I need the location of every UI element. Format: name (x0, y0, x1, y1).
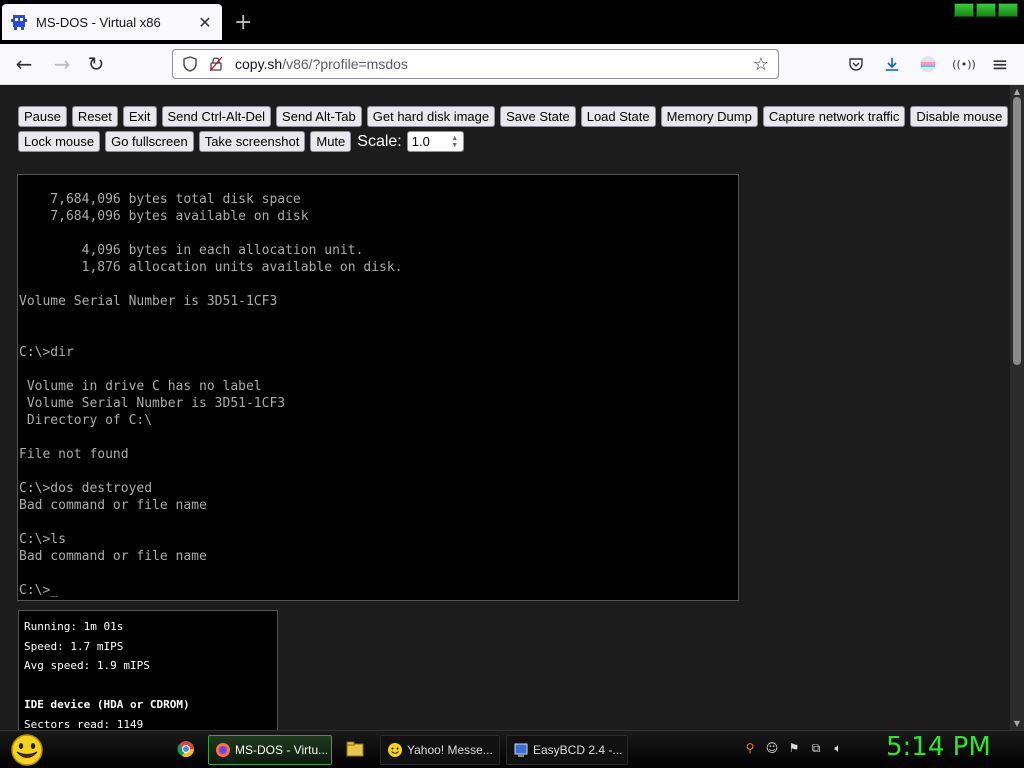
take-screenshot-button[interactable]: Take screenshot (198, 131, 306, 152)
maximize-button[interactable] (976, 3, 996, 17)
url-host: copy.sh (235, 56, 283, 72)
pocket-icon[interactable] (844, 52, 868, 76)
stat-ide-header: IDE device (HDA or CDROM) (24, 698, 190, 711)
flag-icon[interactable]: ⚑ (786, 740, 802, 756)
system-tray: ⚲ ☺ ⚑ ⧉ 🔈︎ (742, 740, 846, 756)
terminal-line: Volume Serial Number is 3D51-1CF3 (19, 396, 286, 411)
terminal-line: 7,684,096 bytes available on disk (19, 209, 309, 224)
network-icon[interactable]: ⧉ (808, 740, 824, 756)
go-fullscreen-button[interactable]: Go fullscreen (105, 131, 194, 152)
close-tab-icon[interactable]: ✕ (196, 13, 214, 32)
terminal-line: C:\>dos destroyed (19, 481, 153, 496)
controls-row-2: Lock mouse Go fullscreen Take screenshot Mu… (18, 131, 998, 152)
scale-value: 1.0 (411, 134, 430, 149)
stat-avg-speed: Avg speed: 1.9 mIPS (24, 659, 150, 672)
capture-network-traffic-button[interactable]: Capture network traffic (762, 106, 906, 127)
terminal-line: 1,876 allocation units available on disk… (19, 260, 403, 275)
tab-strip: MS-DOS - Virtual x86 ✕ + (0, 0, 1024, 44)
easybcd-icon (514, 743, 528, 757)
navigation-bar: ← → ↻ copy.sh/v86/?profile=msdos ☆ ((•))… (0, 44, 1024, 85)
volume-icon[interactable]: 🔈︎ (830, 740, 846, 756)
close-window-button[interactable] (998, 3, 1018, 17)
scroll-down-icon[interactable]: ▼ (1012, 719, 1022, 728)
send-ctrl-alt-del-button[interactable]: Send Ctrl-Alt-Del (161, 106, 272, 127)
terminal-line: C:\>dir (19, 345, 74, 360)
terminal-line: 7,684,096 bytes total disk space (19, 192, 301, 207)
tab-msdos[interactable]: MS-DOS - Virtual x86 ✕ (2, 4, 222, 40)
taskbar-item-label: MS-DOS - Virtu... (235, 743, 329, 757)
terminal-line: Volume in drive C has no label (19, 379, 262, 394)
start-smiley-icon[interactable] (8, 733, 46, 767)
controls-row-1: Pause Reset Exit Send Ctrl-Alt-Del Send Alt-… (18, 106, 1009, 127)
url-path: /v86/?profile=msdos (282, 56, 408, 72)
firefox-icon (216, 743, 230, 757)
reload-icon[interactable]: ↻ (84, 52, 108, 76)
url-text: copy.sh/v86/?profile=msdos (235, 56, 752, 72)
scrollbar-thumb[interactable] (1013, 97, 1021, 365)
v86-favicon-icon (11, 15, 27, 30)
emulator-stats: Running: 1m 01s Speed: 1.7 mIPS Avg spee… (18, 610, 278, 730)
tab-title: MS-DOS - Virtual x86 (36, 14, 161, 30)
new-tab-button[interactable]: + (234, 10, 252, 35)
terminal-line: Bad command or file name (19, 549, 207, 564)
taskbar: MS-DOS - Virtu... Yahoo! Messe... EasyBC… (0, 730, 1024, 768)
chrome-icon[interactable] (177, 740, 195, 758)
minimize-button[interactable] (954, 3, 974, 17)
emoji-icon[interactable]: ☺ (764, 740, 780, 756)
page-content: Pause Reset Exit Send Ctrl-Alt-Del Send Alt-… (0, 85, 1010, 730)
mute-button[interactable]: Mute (310, 131, 352, 152)
terminal-line: Directory of C:\ (19, 413, 153, 428)
taskbar-item-label: Yahoo! Messe... (407, 743, 493, 757)
stat-sectors-read: Sectors read: 1149 (24, 717, 144, 731)
terminal-line: Volume Serial Number is 3D51-1CF3 (19, 294, 278, 309)
forward-arrow-icon[interactable]: → (50, 52, 74, 76)
terminal-line: File not found (19, 447, 129, 462)
account-icon[interactable] (916, 52, 940, 76)
terminal-line: 4,096 bytes in each allocation unit. (19, 243, 364, 258)
shield-icon[interactable] (181, 55, 199, 73)
stat-running: Running: 1m 01s (24, 620, 124, 633)
back-arrow-icon[interactable]: ← (12, 52, 36, 76)
scale-input[interactable]: 1.0 ▲ ▼ (406, 131, 464, 152)
page-scrollbar[interactable]: ▲ ▼ (1010, 85, 1024, 730)
terminal-line: C:\>ls (19, 532, 66, 547)
load-state-button[interactable]: Load State (580, 106, 656, 127)
disable-mouse-button[interactable]: Disable mouse (910, 106, 1009, 127)
dos-screen[interactable]: 7,684,096 bytes total disk space 7,684,0… (17, 174, 739, 601)
window-controls (954, 3, 1018, 17)
clock[interactable]: 5:14 PM (886, 732, 991, 762)
yahoo-messenger-icon (388, 743, 402, 757)
reset-button[interactable]: Reset (71, 106, 118, 127)
exit-button[interactable]: Exit (122, 106, 157, 127)
taskbar-item-msdos[interactable]: MS-DOS - Virtu... (208, 735, 332, 765)
send-alt-tab-button[interactable]: Send Alt-Tab (276, 106, 362, 127)
pause-button[interactable]: Pause (18, 106, 67, 127)
folder-icon[interactable] (346, 740, 364, 758)
emulator-controls: Pause Reset Exit Send Ctrl-Alt-Del Send Alt-… (18, 106, 1009, 156)
lock-mouse-button[interactable]: Lock mouse (18, 131, 101, 152)
url-bar[interactable]: copy.sh/v86/?profile=msdos ☆ (172, 49, 779, 79)
stat-spacer (24, 676, 272, 696)
taskbar-item-label: EasyBCD 2.4 -... (533, 743, 623, 757)
taskbar-item-yahoo[interactable]: Yahoo! Messe... (380, 735, 500, 765)
bookmark-star-icon[interactable]: ☆ (752, 54, 770, 75)
lock-icon[interactable] (207, 55, 225, 73)
scale-label: Scale: (357, 132, 402, 150)
get-hard-disk-image-button[interactable]: Get hard disk image (366, 106, 496, 127)
scroll-up-icon[interactable]: ▲ (1012, 87, 1022, 96)
spinner-arrows-icon[interactable]: ▲ ▼ (449, 135, 461, 149)
menu-icon[interactable]: ≡ (988, 52, 1012, 76)
taskbar-item-easybcd[interactable]: EasyBCD 2.4 -... (506, 735, 628, 765)
memory-dump-button[interactable]: Memory Dump (660, 106, 758, 127)
save-state-button[interactable]: Save State (500, 106, 576, 127)
extension-icon[interactable]: ((•)) (952, 52, 976, 76)
terminal-line: Bad command or file name (19, 498, 207, 513)
terminal-line: C:\>_ (19, 583, 59, 598)
search-icon[interactable]: ⚲ (742, 740, 758, 756)
stat-speed: Speed: 1.7 mIPS (24, 639, 124, 653)
download-icon[interactable] (880, 52, 904, 76)
